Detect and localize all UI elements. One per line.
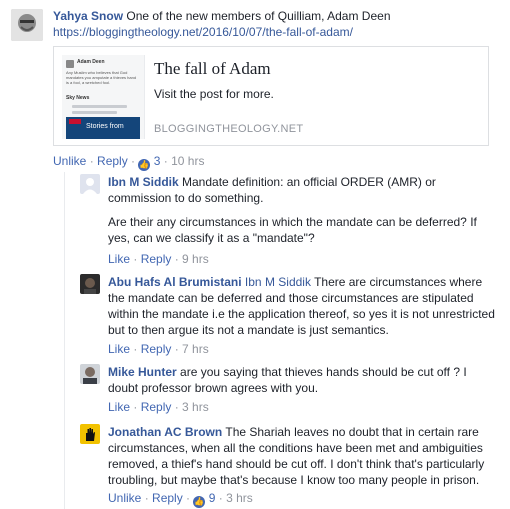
post-author-avatar[interactable]	[11, 9, 43, 41]
timestamp[interactable]: 10 hrs	[171, 154, 204, 168]
face-icon	[11, 9, 43, 41]
reply-text: removed, a thief's hand should be cut of…	[108, 457, 485, 471]
thumb-news-logo	[69, 119, 81, 124]
like-button[interactable]: Like	[108, 342, 130, 356]
reply-text: There are circumstances where	[314, 275, 483, 289]
reply-actions: Like · Reply · 7 hrs	[108, 342, 209, 356]
like-button[interactable]: Like	[108, 400, 130, 414]
reply-author[interactable]: Mike Hunter	[108, 365, 177, 379]
timestamp[interactable]: 3 hrs	[226, 491, 253, 505]
reply-avatar[interactable]	[80, 364, 100, 384]
default-avatar-icon	[80, 174, 100, 194]
reply-text: Mandate definition: an official ORDER (A…	[182, 175, 436, 189]
reply-author[interactable]: Ibn M Siddik	[108, 175, 179, 189]
reply-body: Abu Hafs Al Brumistani Ibn M Siddik Ther…	[108, 274, 508, 338]
reply-text: doubt professor brown agrees with you.	[108, 381, 319, 395]
thumb-line	[72, 111, 117, 114]
thumb-name: Adam Deen	[77, 59, 105, 65]
reply-text: troubling, but maybe that's because I kn…	[108, 473, 480, 487]
reply-actions: Unlike · Reply · 👍 9 · 3 hrs	[108, 491, 253, 508]
reply-author[interactable]: Jonathan AC Brown	[108, 425, 222, 439]
post-text: One of the new members of Quilliam, Adam…	[126, 9, 391, 23]
unlike-button[interactable]: Unlike	[53, 154, 86, 168]
preview-domain: BLOGGINGTHEOLOGY.NET	[154, 123, 304, 135]
timestamp[interactable]: 3 hrs	[182, 400, 209, 414]
thumb-stories: Stories from	[86, 123, 124, 130]
thumb-video: Stories from	[66, 117, 140, 139]
thumb-text: Any Muslim who believes that God mandate…	[66, 70, 137, 85]
reply-avatar[interactable]	[80, 274, 100, 294]
thumb-line	[72, 105, 127, 108]
reply-text: within the mandate i.e the application t…	[108, 307, 495, 321]
person-photo-icon	[80, 364, 100, 384]
reply-body: Ibn M Siddik Mandate definition: an offi…	[108, 174, 508, 246]
like-count[interactable]: 9	[209, 491, 216, 505]
link-preview-card[interactable]: Adam Deen Any Muslim who believes that G…	[53, 46, 489, 146]
reply-text: are you saying that thieves hands should…	[180, 365, 467, 379]
like-count[interactable]: 3	[154, 154, 161, 168]
post-url[interactable]: https://bloggingtheology.net/2016/10/07/…	[53, 24, 353, 40]
preview-description: Visit the post for more.	[154, 87, 274, 101]
post-actions: Unlike · Reply · 👍 3 · 10 hrs	[53, 154, 205, 171]
reply-actions: Like · Reply · 3 hrs	[108, 400, 209, 414]
reply-author[interactable]: Abu Hafs Al Brumistani	[108, 275, 242, 289]
person-photo-icon	[80, 274, 100, 294]
post-header: Yahya Snow One of the new members of Qui…	[53, 8, 503, 24]
mention-link[interactable]: Ibn M Siddik	[245, 275, 311, 289]
reply-body: Jonathan AC Brown The Shariah leaves no …	[108, 424, 508, 488]
reply-text: but to then argue its not a mandate is j…	[108, 323, 389, 337]
reply-button[interactable]: Reply	[141, 342, 172, 356]
reply-avatar[interactable]	[80, 424, 100, 444]
thumbs-up-icon: 👍	[138, 159, 151, 171]
thumbs-up-icon: 👍	[193, 496, 206, 508]
unlike-button[interactable]: Unlike	[108, 491, 141, 505]
thumb-avatar	[66, 60, 74, 68]
reply-text: yes, can we classify it as a "mandate"?	[108, 231, 315, 245]
like-button[interactable]: Like	[108, 252, 130, 266]
reply-body: Mike Hunter are you saying that thieves …	[108, 364, 508, 396]
reply-button[interactable]: Reply	[141, 400, 172, 414]
reply-avatar[interactable]	[80, 174, 100, 194]
post-author-name[interactable]: Yahya Snow	[53, 9, 123, 23]
reply-button[interactable]: Reply	[152, 491, 183, 505]
reply-button[interactable]: Reply	[141, 252, 172, 266]
reply-actions: Like · Reply · 9 hrs	[108, 252, 209, 266]
timestamp[interactable]: 7 hrs	[182, 342, 209, 356]
reply-text: circumstances, when all the conditions h…	[108, 441, 483, 455]
reply-button[interactable]: Reply	[97, 154, 128, 168]
preview-title[interactable]: The fall of Adam	[154, 59, 271, 79]
timestamp[interactable]: 9 hrs	[182, 252, 209, 266]
thumb-sky: Sky News	[66, 95, 90, 101]
preview-thumbnail: Adam Deen Any Muslim who believes that G…	[62, 55, 145, 139]
reply-text: the mandate can be deferred and those ci…	[108, 291, 474, 305]
raised-hand-icon	[80, 424, 100, 444]
reply-text: Are their any circumstances in which the…	[108, 215, 477, 229]
reply-text: commission to do something.	[108, 191, 264, 205]
reply-thread-divider	[64, 172, 65, 509]
reply-text: The Shariah leaves no doubt that in cert…	[225, 425, 479, 439]
